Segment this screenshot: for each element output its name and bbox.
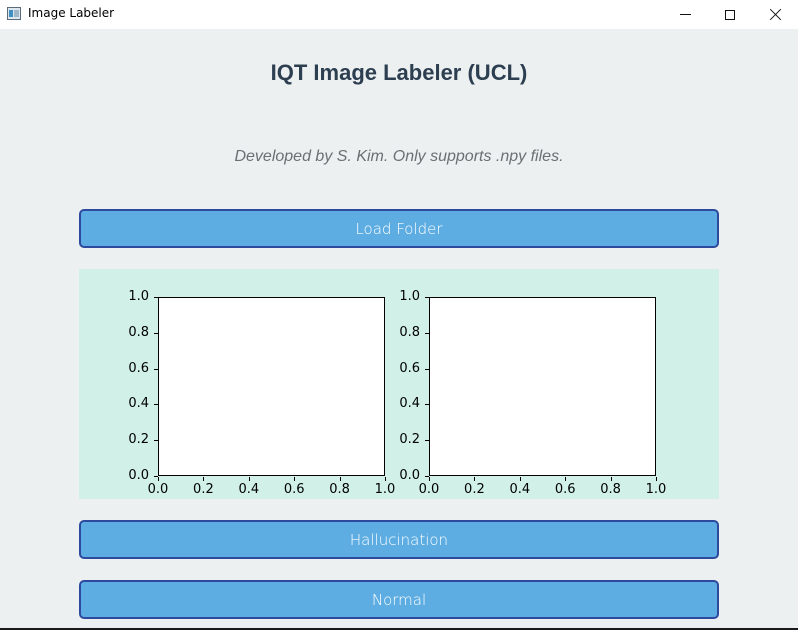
x-tick-label: 0.0 — [147, 482, 169, 497]
x-tick-label: 0.0 — [418, 482, 440, 497]
y-tick-label: 0.2 — [399, 432, 420, 448]
maximize-button[interactable] — [707, 0, 753, 29]
x-tick-label: 0.4 — [238, 482, 260, 497]
y-tick-label: 0.0 — [128, 468, 149, 483]
y-tick-mark — [154, 440, 158, 442]
x-tick-label: 0.2 — [464, 482, 485, 497]
close-button[interactable] — [752, 0, 798, 29]
y-tick-mark — [425, 297, 429, 298]
close-icon — [769, 8, 782, 21]
x-tick-mark — [656, 477, 657, 481]
x-tick-mark — [610, 477, 612, 481]
x-tick-mark — [385, 477, 386, 481]
window-title: Image Labeler — [28, 6, 115, 20]
y-tick-label: 0.2 — [128, 432, 149, 448]
y-tick-label: 0.0 — [399, 468, 420, 483]
y-tick-label: 0.8 — [128, 324, 149, 340]
normal-button[interactable]: Normal — [79, 580, 719, 619]
x-tick-mark — [339, 477, 341, 481]
x-tick-mark — [294, 477, 296, 481]
subtitle-text: Developed by S. Kim. Only supports .npy … — [234, 148, 564, 165]
y-tick-mark — [425, 404, 429, 406]
y-tick-label: 0.4 — [128, 396, 149, 412]
y-tick-label: 0.8 — [399, 324, 420, 340]
hallucination-button[interactable]: Hallucination — [79, 520, 719, 559]
x-tick-label: 0.6 — [554, 482, 576, 497]
y-tick-mark — [425, 332, 429, 334]
x-tick-mark — [158, 477, 159, 481]
x-tick-label: 0.8 — [329, 482, 350, 497]
y-tick-mark — [154, 368, 158, 370]
x-tick-mark — [203, 477, 205, 481]
y-tick-mark — [425, 368, 429, 370]
x-tick-label: 1.0 — [645, 482, 667, 497]
x-tick-mark — [519, 477, 521, 481]
load-folder-button[interactable]: Load Folder — [79, 209, 719, 248]
y-tick-label: 1.0 — [399, 289, 420, 304]
x-tick-label: 0.2 — [193, 482, 214, 497]
app-window-icon — [7, 7, 21, 20]
y-tick-label: 0.4 — [399, 396, 420, 412]
x-tick-mark — [474, 477, 476, 481]
x-tick-label: 0.6 — [283, 482, 305, 497]
y-tick-mark — [154, 332, 158, 334]
x-tick-mark — [429, 477, 430, 481]
x-tick-label: 0.8 — [600, 482, 621, 497]
y-tick-mark — [154, 297, 158, 298]
y-tick-label: 0.6 — [399, 360, 420, 376]
x-tick-label: 0.4 — [509, 482, 531, 497]
app-heading: IQT Image Labeler (UCL) — [270, 60, 528, 85]
minimize-button[interactable] — [662, 0, 708, 29]
y-tick-label: 0.6 — [128, 360, 149, 376]
x-tick-label: 1.0 — [374, 482, 396, 497]
y-tick-mark — [425, 440, 429, 442]
minimize-icon — [679, 14, 691, 15]
x-tick-mark — [565, 477, 567, 481]
x-tick-mark — [248, 477, 250, 481]
y-tick-mark — [154, 404, 158, 406]
maximize-icon — [725, 9, 735, 20]
title-bar: Image Labeler — [0, 0, 798, 29]
y-tick-label: 1.0 — [128, 289, 149, 304]
plot-canvas: 0.0 0.2 0.4 0.6 0.8 1.0 0.0 0.2 0.4 0.6 0.8 1.0 0.0 0… — [79, 269, 719, 499]
plot-axes-2 — [429, 297, 656, 476]
plot-axes-1 — [158, 297, 385, 476]
